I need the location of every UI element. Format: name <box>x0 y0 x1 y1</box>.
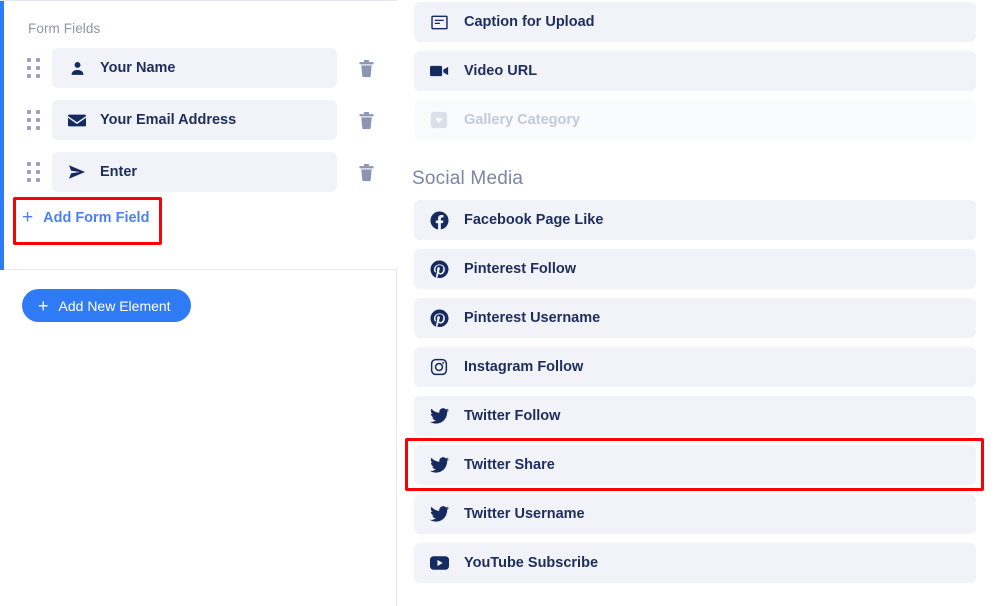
add-new-element-button[interactable]: + Add New Element <box>22 289 191 322</box>
option-twitter-follow[interactable]: Twitter Follow <box>414 396 976 436</box>
form-field-label: Your Email Address <box>100 112 237 128</box>
option-twitter-username[interactable]: Twitter Username <box>414 494 976 534</box>
form-field-row[interactable]: Enter <box>0 152 397 192</box>
form-field-row[interactable]: Your Name <box>0 48 397 88</box>
option-video-url[interactable]: Video URL <box>414 51 976 91</box>
option-label: Twitter Username <box>464 506 585 522</box>
social-media-heading: Social Media <box>412 168 524 189</box>
delete-field-button[interactable] <box>353 55 379 81</box>
twitter-icon <box>426 405 452 427</box>
form-field-your-email-address[interactable]: Your Email Address <box>52 100 337 140</box>
form-fields-heading: Form Fields <box>28 21 101 36</box>
form-element-card: Form Fields Your Name Your Email Address… <box>0 1 397 270</box>
option-label: Instagram Follow <box>464 359 584 375</box>
add-form-field-label: Add Form Field <box>43 209 150 226</box>
instagram-icon <box>426 356 452 378</box>
option-caption-for-upload[interactable]: Caption for Upload <box>414 2 976 42</box>
option-label: YouTube Subscribe <box>464 555 599 571</box>
delete-field-button[interactable] <box>353 107 379 133</box>
option-pinterest-username[interactable]: Pinterest Username <box>414 298 976 338</box>
facebook-icon <box>426 209 452 231</box>
option-label: Gallery Category <box>464 112 581 128</box>
twitter-icon <box>426 454 452 476</box>
option-label: Facebook Page Like <box>464 212 604 228</box>
plus-icon: + <box>38 295 49 316</box>
user-icon <box>66 58 88 78</box>
pinterest-icon <box>426 307 452 329</box>
video-icon <box>426 60 452 82</box>
envelope-icon <box>66 110 88 130</box>
option-pinterest-follow[interactable]: Pinterest Follow <box>414 249 976 289</box>
twitter-icon <box>426 503 452 525</box>
element-options-panel: Caption for Upload Video URL Gallery Cat… <box>398 0 1000 606</box>
add-form-field-button[interactable]: + Add Form Field <box>20 204 151 231</box>
form-field-row[interactable]: Your Email Address <box>0 100 397 140</box>
pinterest-icon <box>426 258 452 280</box>
option-facebook-page-like[interactable]: Facebook Page Like <box>414 200 976 240</box>
caption-icon <box>426 11 452 33</box>
drag-handle-icon[interactable] <box>22 109 44 131</box>
youtube-icon <box>426 552 452 574</box>
form-fields-panel: Form Fields Your Name Your Email Address… <box>0 0 397 606</box>
option-instagram-follow[interactable]: Instagram Follow <box>414 347 976 387</box>
option-twitter-share[interactable]: Twitter Share <box>414 445 976 485</box>
paper-plane-icon <box>66 162 88 182</box>
plus-icon: + <box>22 207 34 228</box>
option-label: Pinterest Username <box>464 310 601 326</box>
option-label: Pinterest Follow <box>464 261 576 277</box>
option-label: Video URL <box>464 63 538 79</box>
option-label: Caption for Upload <box>464 14 595 30</box>
drag-handle-icon[interactable] <box>22 161 44 183</box>
page-root: Form Fields Your Name Your Email Address… <box>0 0 1000 606</box>
delete-field-button[interactable] <box>353 159 379 185</box>
option-gallery-category: Gallery Category <box>414 100 976 140</box>
drag-handle-icon[interactable] <box>22 57 44 79</box>
form-field-label: Your Name <box>100 60 176 76</box>
form-field-label: Enter <box>100 164 138 180</box>
form-field-your-name[interactable]: Your Name <box>52 48 337 88</box>
add-new-element-label: Add New Element <box>58 297 171 314</box>
form-field-enter[interactable]: Enter <box>52 152 337 192</box>
option-youtube-subscribe[interactable]: YouTube Subscribe <box>414 543 976 583</box>
dropdown-icon <box>426 109 452 131</box>
option-label: Twitter Follow <box>464 408 561 424</box>
option-label: Twitter Share <box>464 457 555 473</box>
